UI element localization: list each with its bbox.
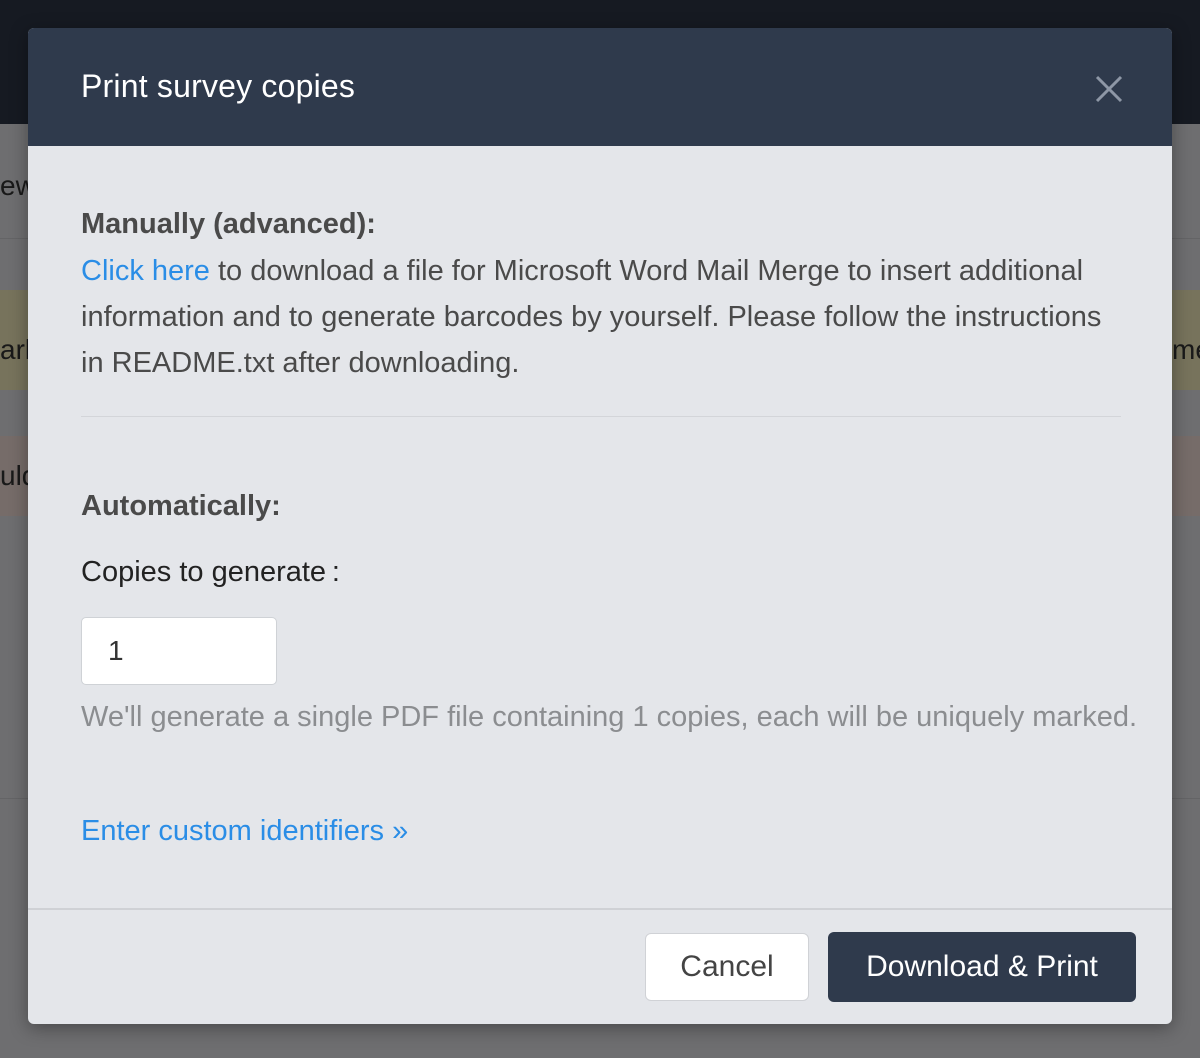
footer-divider	[28, 908, 1172, 910]
automatic-heading: Automatically:	[81, 490, 281, 522]
print-survey-modal: Print survey copies Manually (advanced):…	[28, 28, 1172, 1024]
manual-heading: Manually (advanced):	[81, 208, 376, 240]
custom-identifiers-link[interactable]: Enter custom identifiers »	[81, 815, 408, 848]
modal-header: Print survey copies	[28, 28, 1172, 146]
modal-title: Print survey copies	[81, 68, 356, 104]
download-print-button[interactable]: Download & Print	[828, 932, 1136, 1002]
download-mail-merge-link[interactable]: Click here	[81, 255, 210, 287]
section-divider	[81, 416, 1121, 417]
close-icon	[1095, 75, 1123, 103]
manual-description-text: to download a file for Microsoft Word Ma…	[81, 255, 1102, 379]
close-button[interactable]	[1090, 70, 1128, 108]
copies-label: Copies to generate :	[81, 556, 340, 588]
manual-description: Click here to download a file for Micros…	[81, 248, 1131, 386]
copies-input[interactable]	[81, 617, 277, 685]
cancel-button[interactable]: Cancel	[645, 933, 809, 1001]
copies-help-text: We'll generate a single PDF file contain…	[81, 701, 1138, 733]
